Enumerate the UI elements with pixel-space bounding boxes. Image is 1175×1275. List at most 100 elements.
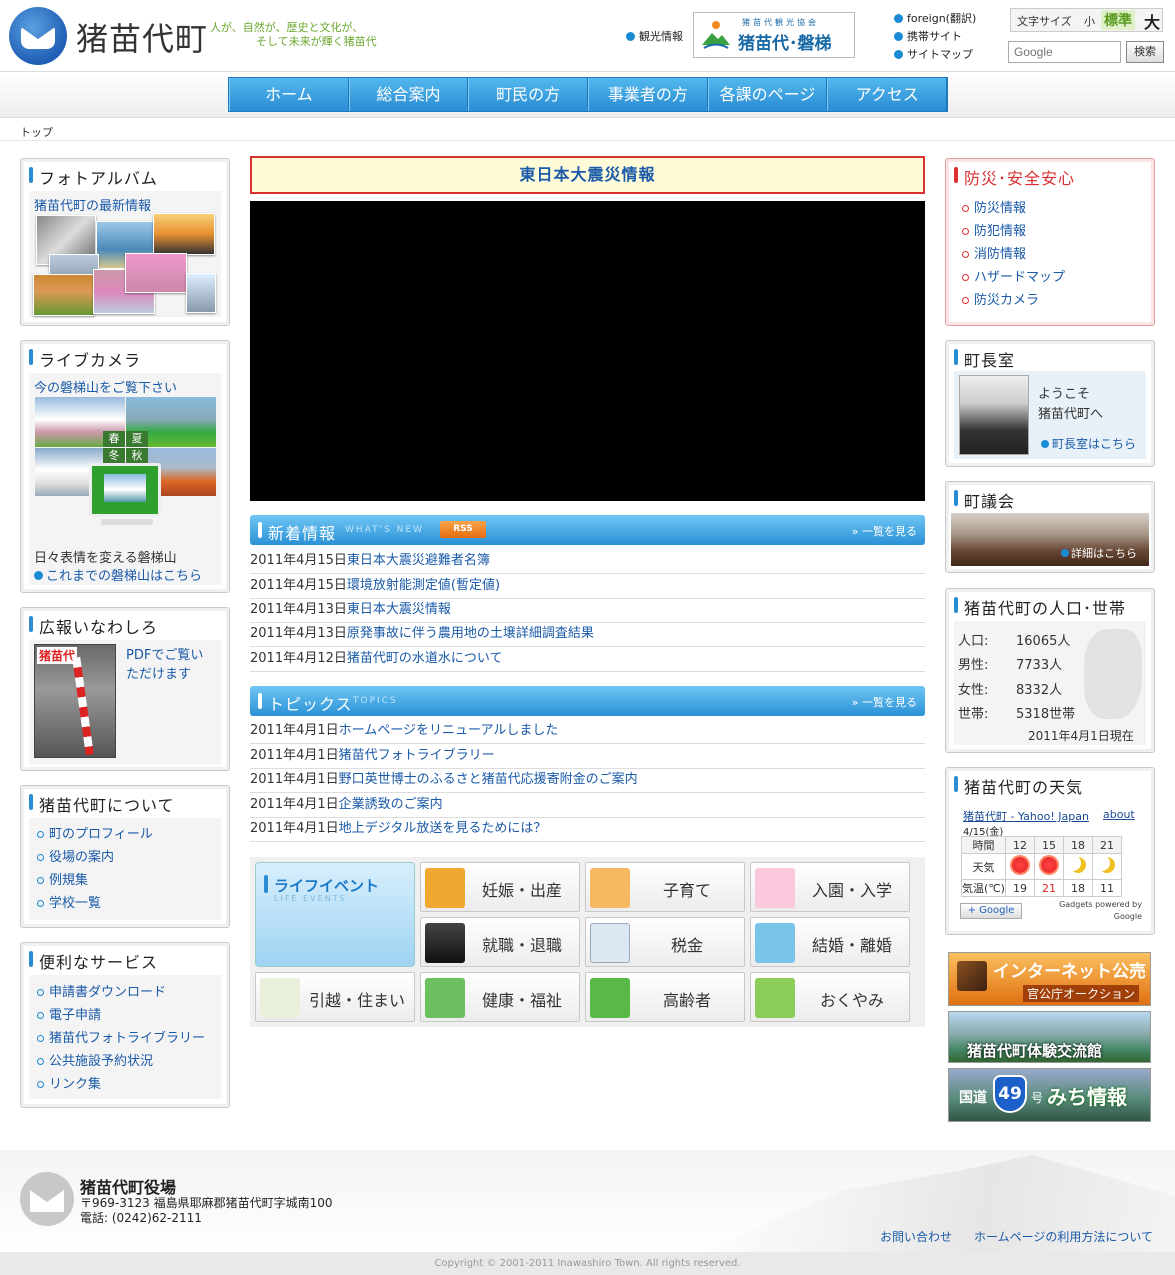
briefcase-icon xyxy=(425,923,465,963)
weather-box: 猪苗代町の天気 猪苗代町 - Yahoo! Japan about 4/15(金… xyxy=(945,767,1155,935)
fire-info-link[interactable]: 消防情報 xyxy=(962,243,1065,266)
site-header: 猪苗代町 人が、自然が、歴史と文化が、 そして未来が輝く猪苗代 観光情報 猪苗代… xyxy=(0,0,1175,72)
life-event-health[interactable]: 健康・福祉 xyxy=(420,972,580,1022)
road-info-banner[interactable]: 国道 49 号 みち情報 xyxy=(948,1068,1151,1122)
life-event-elderly[interactable]: 高齢者 xyxy=(585,972,745,1022)
earthquake-info-banner[interactable]: 東日本大震災情報 xyxy=(250,156,925,194)
nav-access[interactable]: アクセス xyxy=(827,78,948,111)
photo-sunset[interactable] xyxy=(153,213,215,255)
koho-cover[interactable]: 猪苗代 xyxy=(34,644,116,758)
yahoo-weather-link[interactable]: 猪苗代町 - Yahoo! Japan xyxy=(963,808,1089,824)
monitor-icon[interactable] xyxy=(89,463,161,517)
links-link[interactable]: リンク集 xyxy=(37,1073,205,1096)
topics-link[interactable]: 野口英世博士のふるさと猪苗代応援寄附金のご案内 xyxy=(339,772,638,787)
nav-businesses[interactable]: 事業者の方 xyxy=(588,78,708,111)
news-more-link[interactable]: » 一覧を見る xyxy=(852,523,917,539)
mayor-office-link[interactable]: 町長室はこちら xyxy=(1041,435,1136,452)
sitemap-link[interactable]: サイトマップ xyxy=(894,46,973,62)
ring-icon xyxy=(755,923,795,963)
regulations-link[interactable]: 例規集 xyxy=(37,869,153,892)
forms-download-link[interactable]: 申請書ダウンロード xyxy=(37,981,205,1004)
schools-link[interactable]: 学校一覧 xyxy=(37,892,153,915)
video-player[interactable] xyxy=(250,201,925,501)
nav-home[interactable]: ホーム xyxy=(229,78,349,111)
crime-prevention-link[interactable]: 防犯情報 xyxy=(962,220,1065,243)
live-camera-title: ライブカメラ xyxy=(27,347,141,371)
council-detail-link[interactable]: 詳細はこちら xyxy=(1061,545,1137,561)
site-title[interactable]: 猪苗代町 xyxy=(76,14,208,60)
nav-departments[interactable]: 各課のページ xyxy=(707,78,828,111)
kanko-link[interactable]: 観光情報 xyxy=(626,28,683,44)
site-footer: 猪苗代町役場 〒969-3123 福島県耶麻郡猪苗代町字城南100 電話: (0… xyxy=(0,1150,1175,1252)
topics-link[interactable]: 企業誘致のご案内 xyxy=(339,797,443,812)
baby-bottle-icon xyxy=(590,868,630,908)
mobile-site-link[interactable]: 携帯サイト xyxy=(894,28,962,44)
life-event-pregnancy[interactable]: 妊娠・出産 xyxy=(420,862,580,912)
sitemap-link-label: サイトマップ xyxy=(907,48,973,61)
add-to-google-button[interactable]: + Google xyxy=(960,903,1022,919)
foreign-link[interactable]: foreign(翻訳) xyxy=(894,10,976,26)
mayor-photo[interactable] xyxy=(959,375,1029,455)
font-small-button[interactable]: 小 xyxy=(1084,13,1095,29)
site-usage-link[interactable]: ホームページの利用方法について xyxy=(974,1228,1153,1245)
topics-link[interactable]: ホームページをリニューアルしました xyxy=(339,723,559,738)
town-logo-icon[interactable] xyxy=(9,7,67,65)
photo-autumn[interactable] xyxy=(33,274,95,316)
nav-residents[interactable]: 町民の方 xyxy=(468,78,589,111)
rss-icon[interactable]: RSS xyxy=(440,521,486,538)
profile-link[interactable]: 町のプロフィール xyxy=(37,823,153,846)
auction-banner[interactable]: インターネット公売 官公庁オークション xyxy=(948,952,1151,1006)
photo-cherry[interactable] xyxy=(125,253,187,293)
facility-reservation-link[interactable]: 公共施設予約状況 xyxy=(37,1050,205,1073)
life-event-school-entry[interactable]: 入園・入学 xyxy=(750,862,910,912)
disaster-info-link[interactable]: 防災情報 xyxy=(962,197,1065,220)
past-bandai-link[interactable]: これまでの磐梯山はこちら xyxy=(34,565,202,584)
council-title: 町議会 xyxy=(952,488,1015,512)
search-input[interactable] xyxy=(1008,41,1121,63)
bullet-icon xyxy=(1041,440,1049,448)
life-event-condolence[interactable]: おくやみ xyxy=(750,972,910,1022)
latest-info-link[interactable]: 猪苗代町の最新情報 xyxy=(34,195,151,214)
population-row: 世帯: 5318世帯 xyxy=(958,703,1075,722)
search-button[interactable]: 検索 xyxy=(1126,41,1164,63)
news-link[interactable]: 東日本大震災避難者名簿 xyxy=(347,553,490,568)
past-bandai-link-label: これまでの磐梯山はこちら xyxy=(46,569,203,584)
hazard-map-link[interactable]: ハザードマップ xyxy=(962,266,1065,289)
news-link[interactable]: 猪苗代町の水道水について xyxy=(347,651,503,666)
life-event-employment[interactable]: 就職・退職 xyxy=(420,917,580,967)
life-event-childcare[interactable]: 子育て xyxy=(585,862,745,912)
font-standard-button[interactable]: 標準 xyxy=(1101,10,1135,30)
topics-link[interactable]: 猪苗代フォトライブラリー xyxy=(339,748,495,763)
kanko-association-banner[interactable]: 猪苗代観光協会 猪苗代･磐梯 xyxy=(693,12,855,58)
contact-link[interactable]: お問い合わせ xyxy=(880,1228,952,1245)
disaster-camera-link[interactable]: 防災カメラ xyxy=(962,289,1065,312)
foreign-link-label: foreign(翻訳) xyxy=(907,12,977,25)
nav-general-info[interactable]: 総合案内 xyxy=(348,78,469,111)
office-guide-link[interactable]: 役場の案内 xyxy=(37,846,153,869)
font-large-button[interactable]: 大 xyxy=(1144,9,1160,33)
news-link[interactable]: 環境放射能測定値(暫定値) xyxy=(347,578,500,593)
news-link[interactable]: 原発事故に伴う農用地の土壌詳細調査結果 xyxy=(347,626,594,641)
news-link[interactable]: 東日本大震災情報 xyxy=(347,602,451,617)
divider xyxy=(0,140,1175,141)
photo-album-title: フォトアルバム xyxy=(27,165,158,189)
mayor-title: 町長室 xyxy=(952,347,1015,371)
global-nav: ホーム 総合案内 町民の方 事業者の方 各課のページ アクセス xyxy=(228,77,948,112)
news-row: 2011年4月15日東日本大震災避難者名簿 xyxy=(250,550,925,574)
topics-more-link[interactable]: » 一覧を見る xyxy=(852,694,917,710)
about-link[interactable]: about xyxy=(1103,808,1135,821)
photo-library-link[interactable]: 猪苗代フォトライブラリー xyxy=(37,1027,205,1050)
life-event-tax[interactable]: 税金 xyxy=(585,917,745,967)
weather-cell xyxy=(1063,853,1093,880)
topics-link[interactable]: 地上デジタル放送を見るためには？ xyxy=(339,821,547,836)
e-application-link[interactable]: 電子申請 xyxy=(37,1004,205,1027)
exchange-center-banner[interactable]: 猪苗代町体験交流館 xyxy=(948,1011,1151,1063)
season-label-autumn: 秋 xyxy=(126,448,148,464)
photo-swan[interactable] xyxy=(186,273,216,313)
live-camera-box: ライブカメラ 今の磐梯山をご覧下さい 春 夏 冬 秋 日々表情を変える磐梯山 こ… xyxy=(20,340,230,593)
pdf-link[interactable]: PDFでご覧い ただけます xyxy=(126,646,203,684)
life-event-marriage[interactable]: 結婚・離婚 xyxy=(750,917,910,967)
view-bandai-link[interactable]: 今の磐梯山をご覧下さい xyxy=(34,377,177,396)
life-event-moving[interactable]: 引越・住まい xyxy=(255,972,415,1022)
news-date: 2011年4月15日 xyxy=(250,578,347,593)
